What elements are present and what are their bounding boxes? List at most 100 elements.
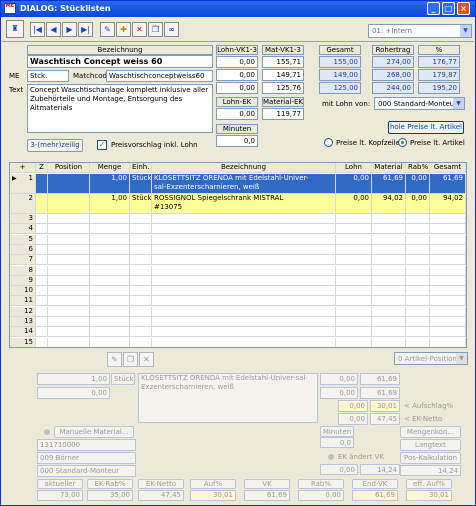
grid-cell[interactable]	[90, 296, 130, 306]
grid-cell[interactable]	[36, 224, 48, 234]
position-text-field[interactable]: KLOSETTSITZ ORENDA mit Edelstahl-Univer-…	[138, 373, 318, 423]
last-record-icon[interactable]: ▶|	[78, 22, 93, 37]
cell-gesamt[interactable]: 61,69	[430, 174, 466, 193]
grid-cell[interactable]	[130, 275, 152, 285]
kalkulation-button[interactable]: Pos-Kalkulation	[400, 452, 461, 464]
grid-cell[interactable]	[36, 327, 48, 337]
grid-rab-header[interactable]: Rab%	[406, 163, 430, 172]
cell-menge[interactable]: 1,00	[90, 194, 130, 213]
table-row[interactable]: 14	[10, 327, 466, 338]
grid-cell[interactable]	[48, 327, 90, 337]
grid-cell[interactable]	[406, 275, 430, 285]
grid-cell[interactable]	[48, 255, 90, 265]
grid-cell[interactable]	[90, 317, 130, 326]
footer-value[interactable]: 30,01	[190, 490, 236, 501]
grid-cell[interactable]	[152, 337, 336, 347]
grid-cell[interactable]	[48, 306, 90, 316]
grid-cell[interactable]	[130, 327, 152, 337]
grid-cell[interactable]	[372, 286, 406, 296]
grid-cell[interactable]	[48, 214, 90, 223]
grid-cell[interactable]	[406, 286, 430, 296]
grid-cell[interactable]	[130, 224, 152, 234]
material1-field[interactable]: 61,69	[360, 373, 400, 385]
grid-cell[interactable]	[36, 214, 48, 223]
footer-value[interactable]: 35,00	[87, 490, 133, 501]
cell-rab[interactable]: 0,00	[406, 174, 430, 193]
grid-cell[interactable]	[90, 265, 130, 275]
grid-cell[interactable]	[406, 265, 430, 275]
hole-preise-button[interactable]: hole Preise lt. Artikel	[388, 121, 464, 134]
grid-cell[interactable]	[130, 296, 152, 306]
grid-cell[interactable]	[90, 234, 130, 244]
grid-cell[interactable]	[430, 265, 466, 275]
grid-cell[interactable]	[90, 337, 130, 347]
grid-cell[interactable]	[90, 327, 130, 337]
cell-lohn[interactable]: 0,00	[336, 174, 372, 193]
grid-cell[interactable]	[36, 234, 48, 244]
grid-cell[interactable]	[372, 296, 406, 306]
grid-cell[interactable]	[430, 286, 466, 296]
grid-cell[interactable]	[152, 224, 336, 234]
grid-cell[interactable]	[90, 244, 130, 254]
grid-cell[interactable]	[90, 214, 130, 223]
grid-cell[interactable]	[36, 306, 48, 316]
lohn2-field[interactable]: 0,00	[320, 387, 358, 399]
grid-cell[interactable]	[430, 255, 466, 265]
grid-cell[interactable]	[372, 317, 406, 326]
table-row[interactable]: 10	[10, 286, 466, 297]
material2-field[interactable]: 61,69	[360, 387, 400, 399]
table-row[interactable]: 11	[10, 296, 466, 307]
cell-lohn[interactable]: 0,00	[336, 194, 372, 213]
grid-cell[interactable]	[430, 296, 466, 306]
footer-value[interactable]: 0,00	[298, 490, 344, 501]
lieferant-field[interactable]: 009 Börner	[37, 452, 136, 464]
cell-bezeichnung[interactable]: KLOSETTSITZ ORENDA mit Edelstahl-Univer-…	[152, 174, 336, 193]
grid-cell[interactable]	[336, 306, 372, 316]
grid-cell[interactable]	[336, 337, 372, 347]
grid-cell[interactable]	[48, 234, 90, 244]
minimize-icon[interactable]: _	[427, 2, 440, 15]
grid-cell[interactable]	[372, 275, 406, 285]
grid-cell[interactable]	[406, 306, 430, 316]
mat-vk3-field[interactable]: 125,76	[262, 82, 304, 94]
manuelle-material-button[interactable]: Manuelle Material...	[54, 426, 134, 438]
copy-icon[interactable]: ❐	[148, 22, 163, 37]
grid-cell[interactable]	[372, 327, 406, 337]
mengenkon-button[interactable]: Mengenkon...	[400, 426, 461, 438]
grid-cell[interactable]	[372, 214, 406, 223]
table-row[interactable]: 2 1,00 Stück ROSSIGNOL Spiegelschrank MI…	[10, 194, 466, 214]
footer-value[interactable]: 30,01	[406, 490, 452, 501]
next-record-icon[interactable]: ▶	[62, 22, 77, 37]
grid-cell[interactable]	[130, 214, 152, 223]
grid-cell[interactable]	[430, 337, 466, 347]
langtext-button[interactable]: Langtext	[400, 439, 461, 451]
mat-vk2-field[interactable]: 149,71	[262, 69, 304, 81]
mehrzeilig-button[interactable]: 3-(mehr)zeilig	[27, 139, 83, 152]
cell-position[interactable]	[48, 174, 90, 193]
grid-cell[interactable]	[430, 234, 466, 244]
art-nr-field[interactable]: 131710000	[37, 439, 136, 451]
grid-cell[interactable]	[406, 327, 430, 337]
grid-cell[interactable]	[152, 255, 336, 265]
grid-cell[interactable]	[406, 317, 430, 326]
grid-cell[interactable]	[336, 224, 372, 234]
grid-cell[interactable]	[36, 286, 48, 296]
binoculars-icon[interactable]: ∞	[164, 22, 179, 37]
grid-cell[interactable]	[372, 255, 406, 265]
grid-cell[interactable]	[336, 265, 372, 275]
footer-value[interactable]: 73,00	[37, 490, 83, 501]
cell-position[interactable]	[48, 194, 90, 213]
edit-position-icon[interactable]: ✎	[107, 352, 122, 367]
grid-cell[interactable]	[372, 265, 406, 275]
prev-record-icon[interactable]: ◀	[46, 22, 61, 37]
grid-cell[interactable]	[372, 244, 406, 254]
grid-cell[interactable]	[130, 317, 152, 326]
position-type-select[interactable]: 0 Artikel-Position ▼	[394, 352, 468, 365]
grid-cell[interactable]	[152, 265, 336, 275]
grid-cell[interactable]	[430, 306, 466, 316]
grid-cell[interactable]	[336, 275, 372, 285]
cell-z[interactable]	[36, 194, 48, 213]
grid-cell[interactable]	[406, 296, 430, 306]
radio-kopfzeile[interactable]	[324, 138, 333, 147]
minuten-field[interactable]: 0,0	[216, 135, 258, 147]
